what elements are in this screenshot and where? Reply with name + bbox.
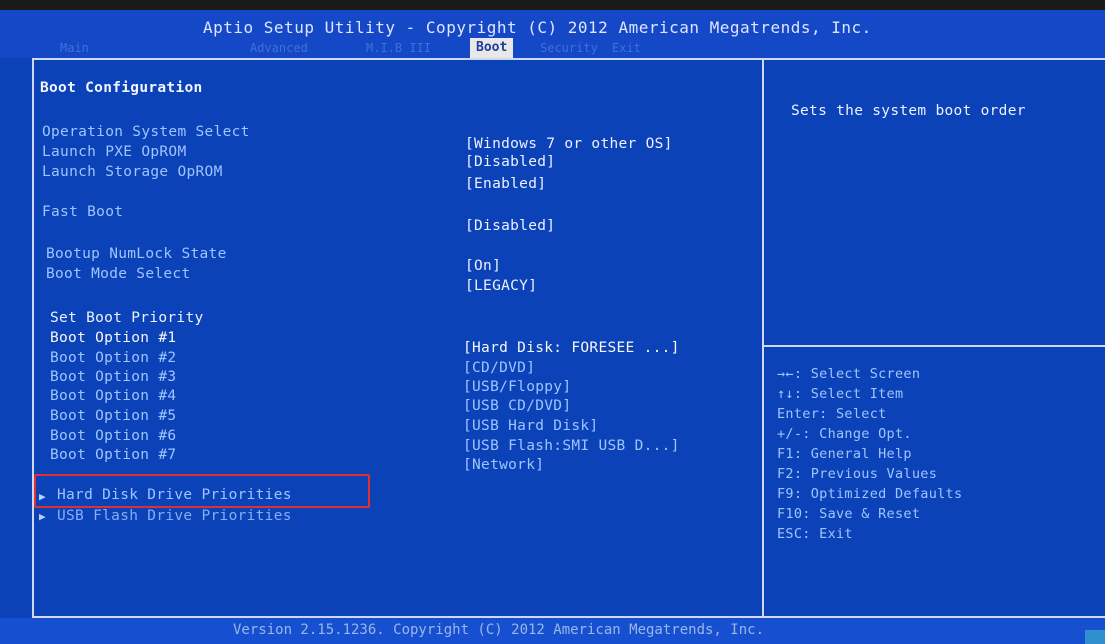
tab-mib[interactable]: M.I.B III: [366, 38, 431, 58]
tab-main[interactable]: Main: [60, 38, 89, 58]
key-help-line: F10: Save & Reset: [777, 506, 921, 522]
key-help-line: ↑↓: Select Item: [777, 386, 904, 402]
key-help-line: +/-: Change Opt.: [777, 426, 912, 442]
setting-value-boot-mode[interactable]: [LEGACY]: [465, 278, 537, 294]
key-help-line: F1: General Help: [777, 446, 912, 462]
boot-option-6-label[interactable]: Boot Option #6: [50, 428, 176, 444]
setting-label-numlock[interactable]: Bootup NumLock State: [46, 246, 227, 262]
key-help-line: F9: Optimized Defaults: [777, 486, 963, 502]
tab-advanced[interactable]: Advanced: [250, 38, 308, 58]
key-help-line: Enter: Select: [777, 406, 887, 422]
submenu-usb-priorities[interactable]: USB Flash Drive Priorities: [57, 508, 292, 524]
setting-value-numlock[interactable]: [On]: [465, 258, 501, 274]
tab-bar: Main Advanced M.I.B III Boot Security Ex…: [0, 38, 1105, 58]
setting-value-storage[interactable]: [Enabled]: [465, 176, 546, 192]
boot-option-1-value[interactable]: [Hard Disk: FORESEE ...]: [463, 340, 680, 356]
boot-option-6-value[interactable]: [USB Flash:SMI USB D...]: [463, 438, 680, 454]
version-text: Version 2.15.1236. Copyright (C) 2012 Am…: [233, 622, 765, 638]
setting-value-fast-boot[interactable]: [Disabled]: [465, 218, 555, 234]
section-title: Boot Configuration: [40, 80, 203, 96]
boot-option-3-label[interactable]: Boot Option #3: [50, 369, 176, 385]
setting-label-os-select[interactable]: Operation System Select: [42, 124, 250, 140]
bios-screen: Aptio Setup Utility - Copyright (C) 2012…: [0, 0, 1105, 644]
setting-value-os-select[interactable]: [Windows 7 or other OS]: [465, 136, 673, 152]
key-help-line: F2: Previous Values: [777, 466, 938, 482]
setting-label-pxe[interactable]: Launch PXE OpROM: [42, 144, 186, 160]
setting-label-boot-mode[interactable]: Boot Mode Select: [46, 266, 190, 282]
submenu-arrow-icon: ▶: [39, 510, 46, 523]
priority-title: Set Boot Priority: [50, 310, 204, 326]
key-help-line: →←: Select Screen: [777, 366, 921, 382]
corner-indicator: [1085, 630, 1105, 644]
boot-option-2-label[interactable]: Boot Option #2: [50, 350, 176, 366]
help-divider: [764, 345, 1105, 347]
boot-option-2-value[interactable]: [CD/DVD]: [463, 360, 535, 376]
help-description: Sets the system boot order: [791, 103, 1026, 119]
setting-label-storage[interactable]: Launch Storage OpROM: [42, 164, 223, 180]
boot-option-3-value[interactable]: [USB/Floppy]: [463, 379, 571, 395]
highlight-box: [34, 474, 370, 508]
app-title: Aptio Setup Utility - Copyright (C) 2012…: [203, 18, 872, 37]
setting-label-fast-boot[interactable]: Fast Boot: [42, 204, 123, 220]
key-help-line: ESC: Exit: [777, 526, 853, 542]
tab-boot[interactable]: Boot: [470, 38, 514, 58]
boot-option-5-value[interactable]: [USB Hard Disk]: [463, 418, 598, 434]
boot-option-1-label[interactable]: Boot Option #1: [50, 330, 176, 346]
boot-option-7-value[interactable]: [Network]: [463, 457, 544, 473]
boot-option-4-value[interactable]: [USB CD/DVD]: [463, 398, 571, 414]
tab-security[interactable]: Security: [540, 38, 598, 58]
boot-option-4-label[interactable]: Boot Option #4: [50, 388, 176, 404]
panel-divider: [762, 58, 764, 618]
setting-value-pxe[interactable]: [Disabled]: [465, 154, 555, 170]
boot-option-7-label[interactable]: Boot Option #7: [50, 447, 176, 463]
monitor-bezel: [0, 0, 1105, 10]
tab-exit[interactable]: Exit: [612, 38, 641, 58]
boot-option-5-label[interactable]: Boot Option #5: [50, 408, 176, 424]
